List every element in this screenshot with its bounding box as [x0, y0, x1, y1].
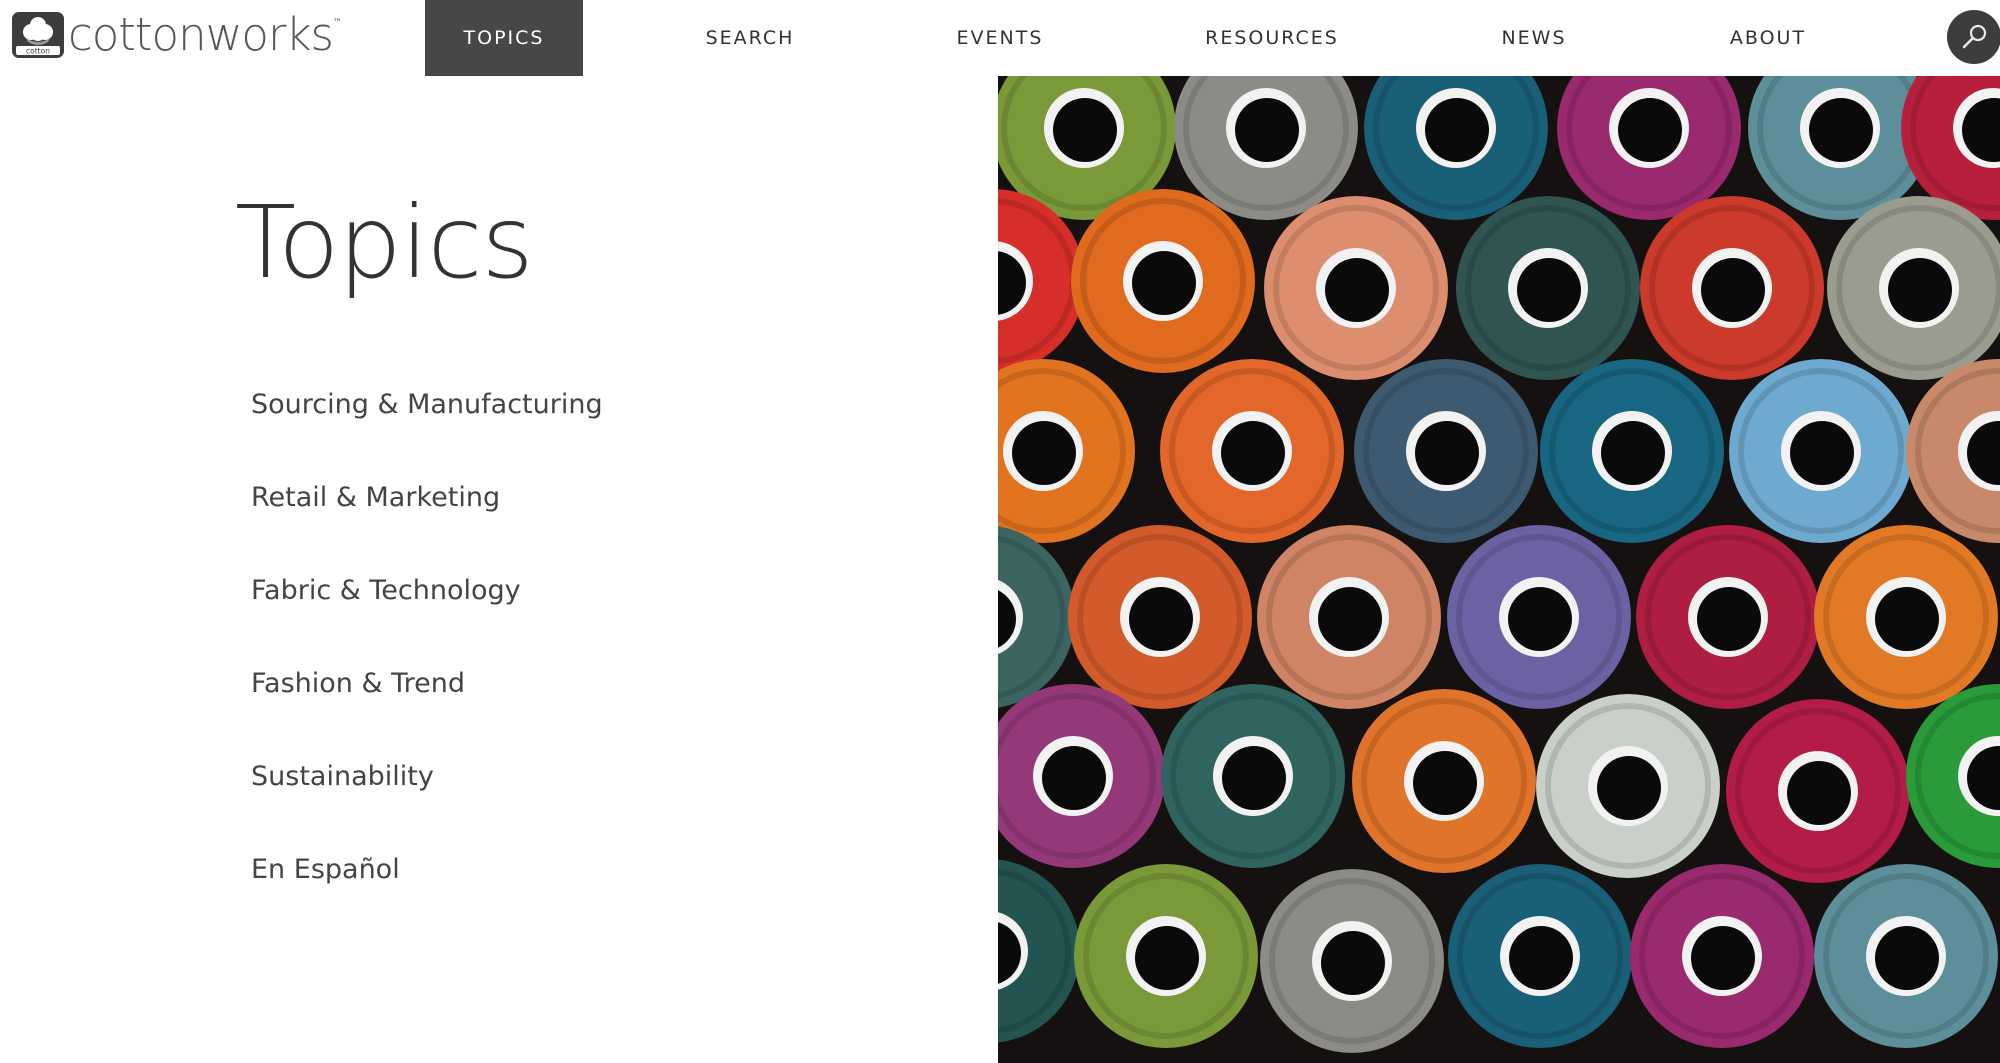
thread-spool [1264, 196, 1448, 380]
logo[interactable]: cotton cottonworks ™ [12, 12, 342, 58]
thread-spool [1827, 196, 2000, 380]
thread-spool [1906, 359, 2000, 543]
nav-search[interactable]: SEARCH [670, 0, 830, 76]
thread-spool [998, 359, 1135, 543]
thread-spool [1814, 525, 1998, 709]
thread-spool [1447, 525, 1631, 709]
thread-spool [1536, 694, 1720, 878]
thread-spool [998, 859, 1080, 1043]
nav-about[interactable]: ABOUT [1706, 0, 1830, 76]
thread-spool [1161, 684, 1345, 868]
nav-events[interactable]: EVENTS [920, 0, 1080, 76]
thread-spool [1906, 684, 2000, 868]
thread-spool [1260, 869, 1444, 1053]
nav-resources[interactable]: RESOURCES [1182, 0, 1362, 76]
site-header: cotton cottonworks ™ TOPICS SEARCH EVENT… [0, 0, 2000, 76]
thread-spool [1352, 689, 1536, 873]
thread-spool [1071, 189, 1255, 373]
topic-link-sustainability[interactable]: Sustainability [251, 757, 434, 797]
thread-spool [1074, 864, 1258, 1048]
list-item: Retail & Marketing [251, 478, 603, 571]
thread-spool [1257, 525, 1441, 709]
thread-spool [1630, 864, 1814, 1048]
list-item: Sustainability [251, 757, 603, 850]
topic-link-sourcing-manufacturing[interactable]: Sourcing & Manufacturing [251, 385, 603, 425]
thread-spool [1448, 864, 1632, 1048]
thread-spool [1160, 359, 1344, 543]
brand-trademark: ™ [332, 18, 342, 28]
thread-spool [998, 526, 1075, 708]
thread-spool [1729, 359, 1913, 543]
list-item: Fashion & Trend [251, 664, 603, 757]
thread-spools-image [998, 76, 2000, 1053]
brand-name: cottonworks [68, 8, 334, 61]
topic-link-fashion-trend[interactable]: Fashion & Trend [251, 664, 465, 704]
thread-spool [1636, 525, 1820, 709]
list-item: En Español [251, 850, 603, 943]
search-button[interactable] [1947, 10, 2000, 64]
list-item: Fabric & Technology [251, 571, 603, 664]
cotton-boll-icon: cotton [12, 12, 64, 58]
search-icon [1962, 24, 1987, 49]
thread-spool [1814, 864, 1998, 1048]
hero-image [998, 76, 2000, 1063]
thread-spool [1726, 699, 1910, 883]
list-item: Sourcing & Manufacturing [251, 385, 603, 478]
nav-news[interactable]: NEWS [1474, 0, 1594, 76]
thread-spool [1456, 196, 1640, 380]
topic-link-en-espanol[interactable]: En Español [251, 850, 400, 890]
thread-spool [1068, 525, 1252, 709]
nav-topics[interactable]: TOPICS [425, 0, 583, 76]
topic-link-fabric-technology[interactable]: Fabric & Technology [251, 571, 521, 611]
page-title: Topics [235, 184, 534, 301]
thread-spool [1364, 76, 1548, 220]
thread-spool [1640, 196, 1824, 380]
topic-list: Sourcing & Manufacturing Retail & Market… [251, 385, 603, 943]
thread-spool [998, 684, 1165, 868]
logo-mark-caption: cotton [26, 47, 50, 56]
thread-spool [1540, 359, 1724, 543]
thread-spool [1354, 359, 1538, 543]
topic-link-retail-marketing[interactable]: Retail & Marketing [251, 478, 500, 518]
